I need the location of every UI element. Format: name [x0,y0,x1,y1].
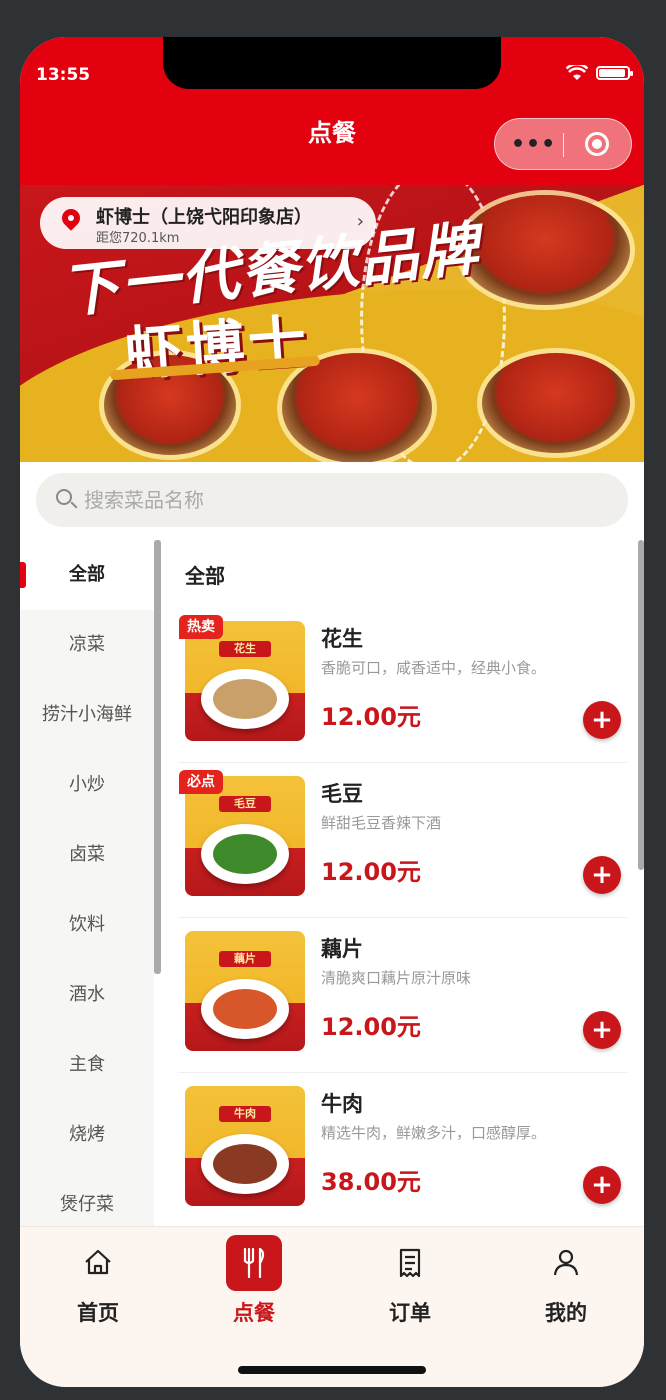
home-indicator [238,1366,426,1374]
food-image [213,834,277,874]
receipt-icon [382,1235,438,1291]
dish-name: 藕片 [321,937,363,961]
add-to-cart-button[interactable]: + [583,701,621,739]
sidebar-category[interactable]: 煲仔菜 [20,1170,154,1226]
menu-scrollbar[interactable] [638,540,644,870]
tab-label: 我的 [545,1301,587,1325]
sidebar-category[interactable]: 卤菜 [20,820,154,890]
chevron-right-icon: › [356,211,364,232]
dish-description: 香脆可口，咸香适中，经典小食。 [321,659,547,677]
dish-price: 12.00元 [321,858,421,886]
dish-price: 12.00元 [321,703,421,731]
fork-knife-icon [226,1235,282,1291]
store-distance: 距您720.1km [96,231,180,246]
tab-label: 首页 [77,1301,119,1325]
tab-label: 点餐 [233,1301,275,1325]
crayfish-bowl-image [482,353,630,453]
sidebar-category[interactable]: 酒水 [20,960,154,1030]
add-to-cart-button[interactable]: + [583,856,621,894]
add-to-cart-button[interactable]: + [583,1166,621,1204]
dish-image-label: 牛肉 [219,1106,271,1122]
sidebar-category[interactable]: 小炒 [20,750,154,820]
dish-image[interactable]: 牛肉 [185,1086,305,1206]
tab-orders[interactable]: 订单 [332,1235,488,1327]
battery-icon [596,66,633,80]
dish-price: 38.00元 [321,1168,421,1196]
sidebar-category[interactable]: 凉菜 [20,610,154,680]
category-sidebar: 全部 凉菜 捞汁小海鲜 小炒 卤菜 饮料 酒水 主食 烧烤 煲仔菜 [20,540,154,1226]
dish-image[interactable]: 藕片 [185,931,305,1051]
sidebar-scrollbar[interactable] [154,540,161,974]
tab-profile[interactable]: 我的 [488,1235,644,1327]
battery-level [599,69,625,77]
wifi-icon [566,65,588,80]
sidebar-category[interactable]: 主食 [20,1030,154,1100]
status-time: 13:55 [36,65,91,85]
dish-image[interactable]: 花生 [185,621,305,741]
dish-image-label: 毛豆 [219,796,271,812]
sidebar-category[interactable]: 捞汁小海鲜 [20,680,154,750]
dish-name: 毛豆 [321,782,363,806]
dish-name: 花生 [321,627,363,651]
dish-description: 清脆爽口藕片原汁原味 [321,969,472,987]
menu-item[interactable]: 藕片 藕片 清脆爽口藕片原汁原味 12.00元 + [179,917,627,1073]
miniapp-capsule[interactable]: ••• [494,118,632,170]
sidebar-category[interactable]: 饮料 [20,890,154,960]
food-image [213,1144,277,1184]
menu-item[interactable]: 花生 热卖花生香脆可口，咸香适中，经典小食。 12.00元 + [179,607,627,763]
app-header: 13:55 点餐 ••• [20,37,644,185]
section-title: 全部 [185,564,225,588]
dish-tag-badge: 热卖 [179,615,223,639]
dish-image-label: 花生 [219,641,271,657]
device-notch [163,37,501,89]
store-name: 虾博士（上饶弋阳印象店） [96,207,312,228]
dish-image-label: 藕片 [219,951,271,967]
food-image [213,679,277,719]
close-miniapp-icon[interactable] [585,132,609,156]
tab-order-food[interactable]: 点餐 [176,1235,332,1327]
menu-list: 全部 花生 热卖花生香脆可口，咸香适中，经典小食。 12.00元 + 毛豆 必点毛豆鲜甜毛… [161,540,644,1226]
home-icon [70,1235,126,1291]
dish-description: 鲜甜毛豆香辣下酒 [321,814,442,832]
search-icon [56,489,72,505]
dish-tag-badge: 必点 [179,770,223,794]
user-icon [538,1235,594,1291]
phone-screen: 13:55 点餐 ••• 下一代餐饮品牌 虾博士 虾博士（上饶弋阳印象店） 距您… [20,37,644,1387]
search-area [20,462,644,541]
dish-description: 精选牛肉，鲜嫩多汁，口感醇厚。 [321,1124,547,1142]
search-input[interactable] [84,485,604,515]
sidebar-category[interactable]: 烧烤 [20,1100,154,1170]
dish-price: 12.00元 [321,1013,421,1041]
more-menu-icon[interactable]: ••• [511,132,556,157]
dish-name: 牛肉 [321,1092,363,1116]
sidebar-category[interactable]: 全部 [20,540,154,610]
location-pin-icon [58,205,84,231]
food-image [213,989,277,1029]
add-to-cart-button[interactable]: + [583,1011,621,1049]
tab-home[interactable]: 首页 [20,1235,176,1327]
status-icons [566,65,633,81]
menu-item[interactable]: 牛肉 牛肉 精选牛肉，鲜嫩多汁，口感醇厚。 38.00元 + [179,1072,627,1226]
dish-image[interactable]: 毛豆 [185,776,305,896]
bottom-tabbar: 首页 点餐 订单 我的 [20,1226,644,1387]
crayfish-bowl-image [460,195,630,305]
menu-item[interactable]: 毛豆 必点毛豆鲜甜毛豆香辣下酒 12.00元 + [179,762,627,918]
capsule-divider [563,133,564,157]
store-location-selector[interactable]: 虾博士（上饶弋阳印象店） 距您720.1km › [40,197,376,249]
search-box[interactable] [36,473,628,527]
tab-label: 订单 [389,1301,431,1325]
